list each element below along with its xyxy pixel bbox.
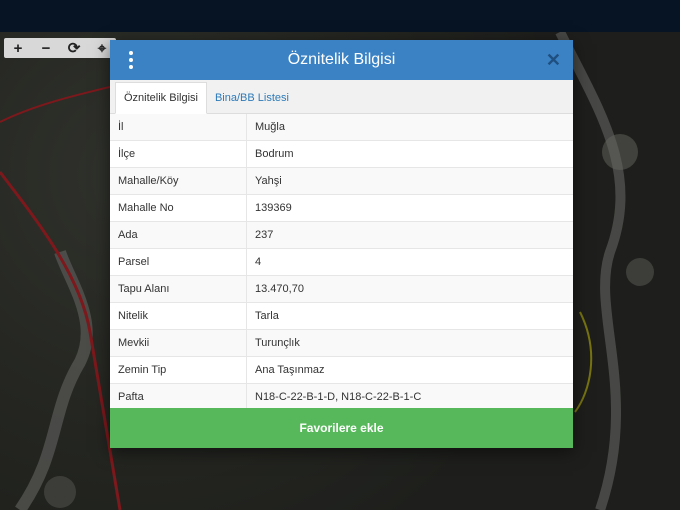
table-row: Mahalle/Köy Yahşi <box>110 167 573 195</box>
close-icon[interactable]: ✕ <box>546 50 561 71</box>
attribute-key: İlçe <box>110 140 247 168</box>
table-row: Parsel 4 <box>110 248 573 276</box>
attribute-value: Tarla <box>246 302 573 330</box>
attribute-key: Ada <box>110 221 247 249</box>
attribute-table: İl Muğla İlçe Bodrum Mahalle/Köy Yahşi Maha… <box>110 114 573 411</box>
zoom-out-icon[interactable]: − <box>36 39 56 57</box>
attribute-value: Muğla <box>246 114 573 141</box>
attribute-key: Parsel <box>110 248 247 276</box>
attribute-key: Mahalle No <box>110 194 247 222</box>
kebab-menu-icon[interactable] <box>124 51 138 69</box>
modal-header: Öznitelik Bilgisi ✕ <box>110 40 573 80</box>
attribute-key: Mevkii <box>110 329 247 357</box>
locate-icon[interactable]: ⌖ <box>92 39 112 57</box>
attribute-value: Ana Taşınmaz <box>246 356 573 384</box>
attribute-value: 13.470,70 <box>246 275 573 303</box>
map-toolbar: + − ⟳ ⌖ <box>4 38 116 58</box>
attribute-value: Bodrum <box>246 140 573 168</box>
attribute-key: İl <box>110 114 247 141</box>
attribute-info-modal: Öznitelik Bilgisi ✕ Öznitelik Bilgisi Bi… <box>110 40 573 448</box>
modal-title: Öznitelik Bilgisi <box>287 51 396 68</box>
attribute-value: 237 <box>246 221 573 249</box>
table-row: Tapu Alanı 13.470,70 <box>110 275 573 303</box>
add-to-favorites-button[interactable]: Favorilere ekle <box>110 408 573 448</box>
tab-attribute-info[interactable]: Öznitelik Bilgisi <box>115 82 207 114</box>
attribute-key: Tapu Alanı <box>110 275 247 303</box>
attribute-value: 4 <box>246 248 573 276</box>
attribute-key: Mahalle/Köy <box>110 167 247 195</box>
table-row: İlçe Bodrum <box>110 140 573 168</box>
attribute-key: Zemin Tip <box>110 356 247 384</box>
attribute-value: Yahşi <box>246 167 573 195</box>
table-row: Nitelik Tarla <box>110 302 573 330</box>
table-row: Zemin Tip Ana Taşınmaz <box>110 356 573 384</box>
attribute-key: Nitelik <box>110 302 247 330</box>
table-row: Pafta N18-C-22-B-1-D, N18-C-22-B-1-C <box>110 383 573 411</box>
top-bar <box>0 0 680 32</box>
attribute-value: N18-C-22-B-1-D, N18-C-22-B-1-C <box>246 383 573 411</box>
refresh-icon[interactable]: ⟳ <box>64 39 84 57</box>
attribute-key: Pafta <box>110 383 247 411</box>
table-row: İl Muğla <box>110 114 573 141</box>
table-row: Mevkii Turunçlık <box>110 329 573 357</box>
attribute-value: 139369 <box>246 194 573 222</box>
attribute-value: Turunçlık <box>246 329 573 357</box>
tab-bar: Öznitelik Bilgisi Bina/BB Listesi <box>110 80 573 114</box>
tab-building-list[interactable]: Bina/BB Listesi <box>207 83 297 113</box>
table-row: Ada 237 <box>110 221 573 249</box>
table-row: Mahalle No 139369 <box>110 194 573 222</box>
zoom-in-icon[interactable]: + <box>8 39 28 57</box>
